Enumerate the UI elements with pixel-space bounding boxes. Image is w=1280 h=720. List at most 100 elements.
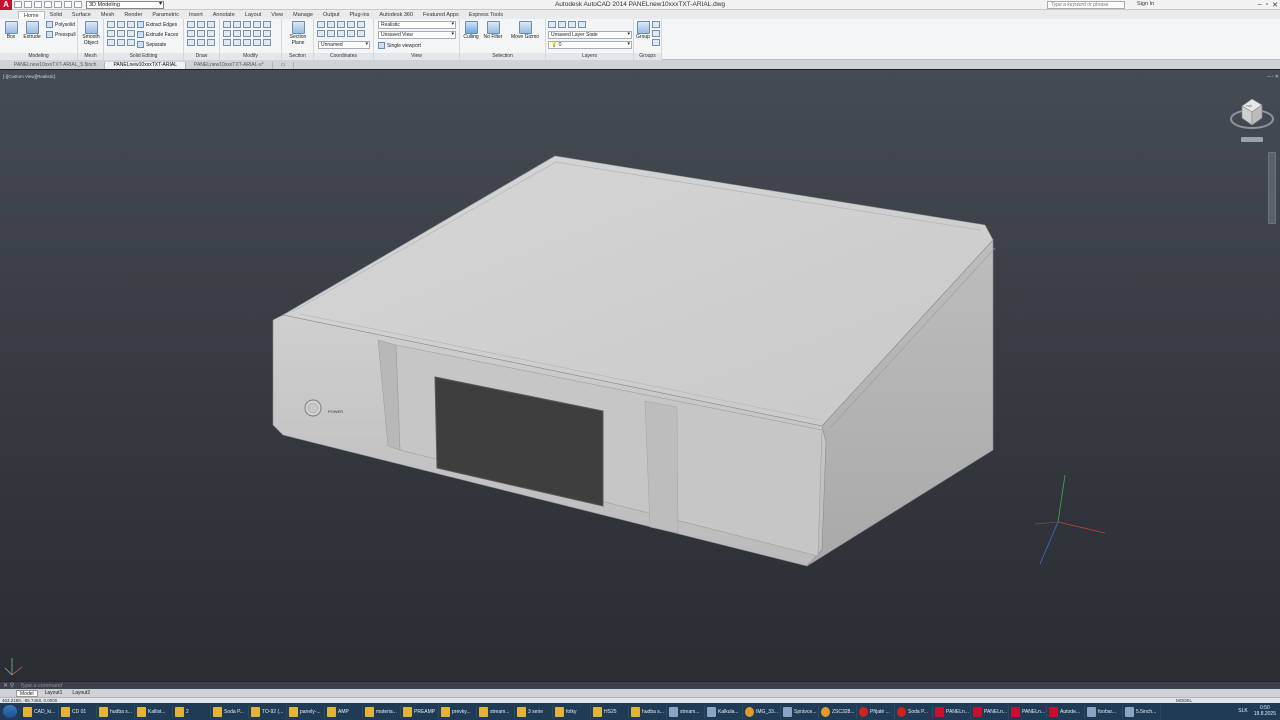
group-selection-icon[interactable] [652,39,660,46]
tab-layout2[interactable]: Layout2 [69,690,93,697]
extrude-faces-button[interactable]: Extrude Faces [137,30,178,39]
3d-align-icon[interactable] [263,21,271,28]
ucs-origin-icon[interactable] [317,30,325,37]
navigation-bar[interactable] [1268,152,1276,224]
taskbar-item[interactable]: PANELn... [971,704,1009,719]
ucs-view-icon[interactable] [347,30,355,37]
rectangle-icon[interactable] [197,30,205,37]
extract-edges-button[interactable]: Extract Edges [137,20,177,29]
draw-panel-title[interactable]: Draw [184,53,219,60]
command-line-close-icon[interactable]: ✕ ⚲ [3,682,14,689]
ungroup-icon[interactable] [652,21,660,28]
slice-icon[interactable] [127,30,135,37]
ucs-icon[interactable] [317,21,325,28]
layer-isolate-icon[interactable] [558,21,566,28]
taskbar-item[interactable]: hudba s... [629,704,667,719]
polygon-icon[interactable] [187,39,195,46]
viewport-configuration-button[interactable]: Single viewport [378,41,421,50]
taskbar-item[interactable]: stream... [477,704,515,719]
group-edit-icon[interactable] [652,30,660,37]
taskbar-item[interactable]: fotky [553,704,591,719]
3d-array-icon[interactable] [253,30,261,37]
3d-model-render[interactable]: POWER [0,70,1280,682]
tab-model[interactable]: Model [16,689,38,697]
mesh-panel-title[interactable]: Mesh [78,53,103,60]
layer-properties-icon[interactable] [548,21,556,28]
extrude-button[interactable]: Extrude [21,21,43,41]
ucs-face-icon[interactable] [327,30,335,37]
fillet-icon[interactable] [253,39,261,46]
taskbar-item[interactable]: ZSC328... [819,704,857,719]
close-icon[interactable]: ✕ [1272,1,1278,9]
tab-express-tools[interactable]: Express Tools [464,11,508,19]
taskbar-item[interactable]: materia... [363,704,401,719]
taskbar-item[interactable]: Soda P... [211,704,249,719]
taskbar-item[interactable]: AMP [325,704,363,719]
taskbar-item[interactable]: Správce... [781,704,819,719]
taskbar-item[interactable]: Kallist... [135,704,173,719]
separate-button[interactable]: Separate [137,40,166,49]
group-button[interactable]: Group [634,21,652,41]
rotate-icon[interactable] [233,21,241,28]
undo-icon[interactable] [64,1,72,8]
3d-rotate-icon[interactable] [253,21,261,28]
tab-manage[interactable]: Manage [288,11,318,19]
offset-icon[interactable] [243,39,251,46]
move-gizmo-button[interactable]: Move Gizmo [510,21,540,41]
shell-icon[interactable] [117,39,125,46]
polyline-icon[interactable] [197,21,205,28]
union-icon[interactable] [107,21,115,28]
taskbar-item[interactable]: 5.5inch... [1123,704,1161,719]
taskbar-item[interactable]: prevky... [439,704,477,719]
minimize-icon[interactable]: ‒ [1258,1,1262,9]
start-button[interactable] [3,705,17,718]
new-icon[interactable] [14,1,22,8]
sign-in-button[interactable]: Sign In [1137,1,1154,7]
taskbar-item[interactable]: IMG_33... [743,704,781,719]
tab-autodesk-360[interactable]: Autodesk 360 [374,11,418,19]
modify-panel-title[interactable]: Modify [220,53,281,60]
tab-featured-apps[interactable]: Featured Apps [418,11,464,19]
polysolid-button[interactable]: Polysolid [46,20,75,29]
modeling-panel-title[interactable]: Modeling [0,53,77,60]
culling-button[interactable]: Culling [460,21,482,41]
doc-tab[interactable]: PANELnew10xxxTXT-ARIAL_5.5inch [6,62,106,69]
arc-icon[interactable] [187,30,195,37]
workspace-dropdown[interactable]: 3D Modeling [86,0,164,9]
autocad-logo-icon[interactable]: A [0,0,12,10]
ucs-z-icon[interactable] [357,21,365,28]
taskbar-item[interactable]: Soda P... [895,704,933,719]
move-icon[interactable] [223,21,231,28]
maximize-icon[interactable]: ▫ [1266,1,1268,9]
subtract-icon[interactable] [117,21,125,28]
ucs-object-icon[interactable] [337,30,345,37]
doc-tab-active[interactable]: PANELnew10xxxTXT-ARIAL [105,62,186,69]
section-plane-button[interactable]: Section Plane [287,21,309,46]
explode-icon[interactable] [263,39,271,46]
save-as-icon[interactable] [44,1,52,8]
taskbar-item[interactable]: foobar... [1085,704,1123,719]
layers-panel-title[interactable]: Layers [546,53,633,60]
save-icon[interactable] [34,1,42,8]
taskbar-item[interactable]: 2 [173,704,211,719]
layer-freeze-icon[interactable] [568,21,576,28]
ucs-3point-icon[interactable] [357,30,365,37]
tab-plug-ins[interactable]: Plug-ins [345,11,375,19]
viewcube[interactable]: TOP [1229,94,1275,144]
tab-layout[interactable]: Layout [240,11,267,19]
copy-icon[interactable] [223,30,231,37]
ucs-world-icon[interactable] [327,21,335,28]
tab-surface[interactable]: Surface [67,11,96,19]
presspull-button[interactable]: Presspull [46,30,76,39]
scale-icon[interactable] [263,30,271,37]
taskbar-item[interactable]: CAD_ki... [21,704,59,719]
section-panel-title[interactable]: Section [282,53,313,60]
taskbar-item[interactable]: Autode... [1047,704,1085,719]
tab-insert[interactable]: Insert [184,11,208,19]
taskbar-item[interactable]: stream... [667,704,705,719]
taskbar-item[interactable]: PREAMP [401,704,439,719]
tab-output[interactable]: Output [318,11,345,19]
tab-layout1[interactable]: Layout1 [42,690,66,697]
erase-icon[interactable] [223,39,231,46]
clock[interactable]: 0:50 19.8.2025 [1254,705,1276,717]
